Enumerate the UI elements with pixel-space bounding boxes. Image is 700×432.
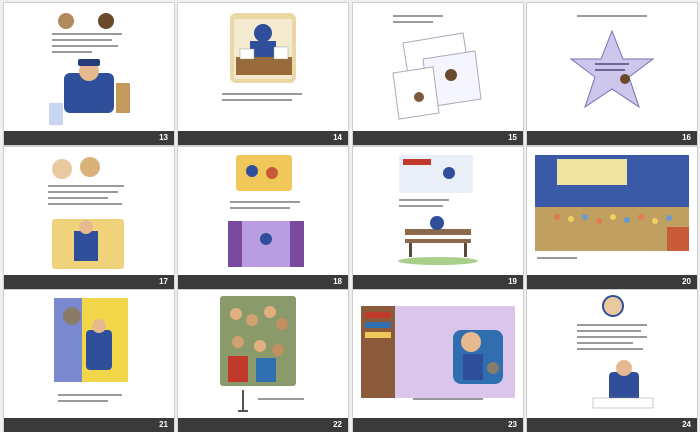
slide-preview	[353, 290, 523, 418]
slide-thumbnail-21[interactable]: 21	[4, 290, 174, 432]
illustration-park-bench	[398, 155, 478, 265]
slide-number-bar: 17	[4, 275, 174, 289]
slide-preview	[178, 3, 348, 131]
slide-number-bar: 23	[353, 418, 523, 432]
slide-thumbnail-23[interactable]: 23	[353, 290, 523, 432]
slide-thumbnail-20[interactable]: 20	[527, 147, 697, 289]
slide-preview	[4, 3, 174, 131]
slide-number: 22	[333, 420, 342, 429]
slide-preview	[178, 290, 348, 418]
slide-thumbnail-grid: 13 14 15 16 17 18 19 20 21 22 23 24	[0, 0, 700, 432]
slide-preview	[527, 290, 697, 418]
illustration-officer-at-desk	[222, 13, 302, 101]
slide-thumbnail-24[interactable]: 24	[527, 290, 697, 432]
slide-thumbnail-18[interactable]: 18	[178, 147, 348, 289]
slide-preview	[353, 3, 523, 131]
slide-thumbnail-15[interactable]: 15	[353, 3, 523, 145]
slide-number-bar: 24	[527, 418, 697, 432]
slide-preview	[178, 147, 348, 275]
slide-number: 18	[333, 277, 342, 286]
slide-thumbnail-22[interactable]: 22	[178, 290, 348, 432]
slide-number-bar: 21	[4, 418, 174, 432]
illustration-floating-papers	[392, 15, 482, 120]
slide-number: 21	[159, 420, 168, 429]
illustration-dog-leaping	[54, 298, 128, 402]
slide-number-bar: 18	[178, 275, 348, 289]
illustration-star-note	[569, 15, 655, 109]
illustration-cheering-audience	[220, 296, 304, 412]
slide-number: 15	[508, 133, 517, 142]
illustration-officer-in-armchair	[361, 306, 515, 400]
slide-number-bar: 22	[178, 418, 348, 432]
slide-number-bar: 19	[353, 275, 523, 289]
slide-preview	[4, 290, 174, 418]
slide-number: 19	[508, 277, 517, 286]
slide-thumbnail-13[interactable]: 13	[4, 3, 174, 145]
slide-thumbnail-16[interactable]: 16	[527, 3, 697, 145]
slide-number: 13	[159, 133, 168, 142]
slide-number: 23	[508, 420, 517, 429]
slide-number-bar: 15	[353, 131, 523, 145]
slide-number: 17	[159, 277, 168, 286]
slide-preview	[527, 147, 697, 275]
slide-thumbnail-17[interactable]: 17	[4, 147, 174, 289]
slide-number-bar: 14	[178, 131, 348, 145]
illustration-classroom-stage	[228, 155, 304, 267]
slide-preview	[4, 147, 174, 275]
illustration-officer-on-phone	[577, 295, 654, 409]
slide-number: 20	[682, 277, 691, 286]
slide-number-bar: 16	[527, 131, 697, 145]
slide-number-bar: 20	[527, 275, 697, 289]
slide-preview	[353, 147, 523, 275]
illustration-police-officer	[44, 7, 130, 127]
slide-number: 14	[333, 133, 342, 142]
illustration-auditorium-crowd	[535, 155, 689, 259]
slide-preview	[527, 3, 697, 131]
slide-thumbnail-14[interactable]: 14	[178, 3, 348, 145]
slide-number: 16	[682, 133, 691, 142]
slide-number: 24	[682, 420, 691, 429]
slide-thumbnail-19[interactable]: 19	[353, 147, 523, 289]
slide-number-bar: 13	[4, 131, 174, 145]
illustration-portraits-and-phone	[48, 157, 124, 269]
